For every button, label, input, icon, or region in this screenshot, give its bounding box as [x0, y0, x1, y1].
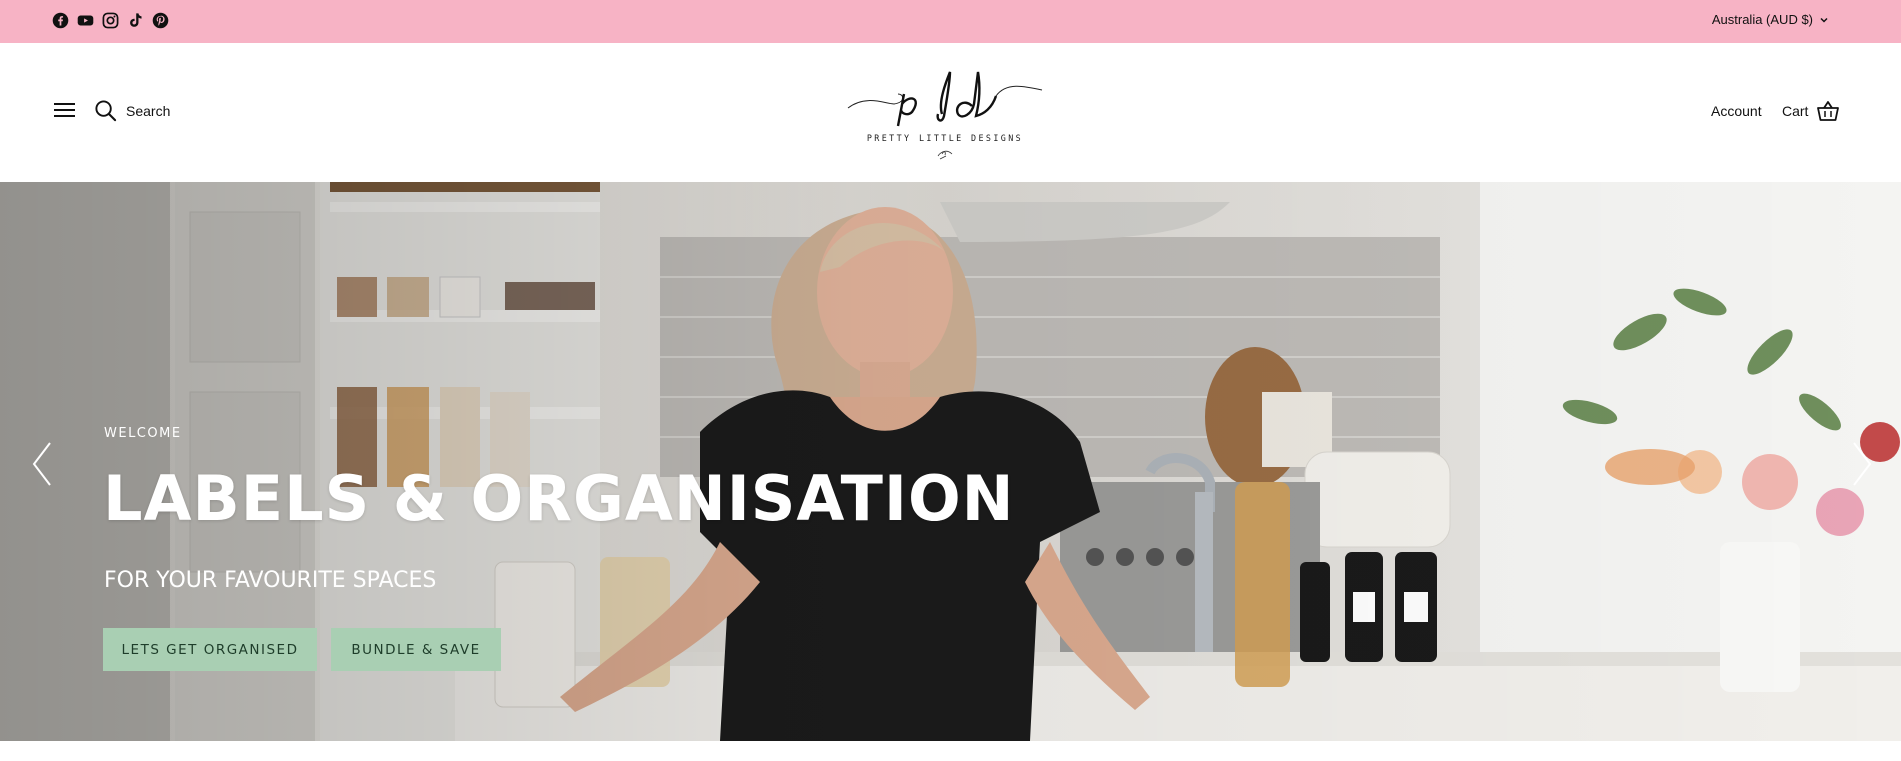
instagram-icon[interactable]: [102, 12, 119, 29]
cart-button[interactable]: Cart: [1782, 100, 1840, 122]
currency-label: Australia (AUD $): [1711, 12, 1813, 27]
bundle-and-save-button[interactable]: BUNDLE & SAVE: [331, 628, 501, 671]
page-content-start: [0, 741, 1901, 761]
announcement-bar: Australia (AUD $): [0, 0, 1901, 43]
hero-subheading: WELCOME: [104, 426, 182, 441]
logo[interactable]: PRETTY LITTLE DESIGNS: [846, 64, 1044, 162]
chevron-down-icon: [1820, 17, 1828, 23]
account-link[interactable]: Account: [1711, 103, 1762, 119]
facebook-icon[interactable]: [52, 12, 69, 29]
cart-label: Cart: [1782, 103, 1809, 119]
search-label: Search: [126, 102, 171, 119]
tiktok-icon[interactable]: [127, 12, 144, 29]
lets-get-organised-button[interactable]: LETS GET ORGANISED: [103, 628, 317, 671]
chevron-left-icon[interactable]: [30, 439, 54, 489]
search-icon: [95, 100, 117, 122]
currency-selector[interactable]: Australia (AUD $): [1712, 12, 1829, 27]
hero-heading: LABELS & ORGANISATION: [103, 462, 1015, 535]
pinterest-icon[interactable]: [152, 12, 169, 29]
hero-tagline: FOR YOUR FAVOURITE SPACES: [104, 568, 437, 593]
logo-wordmark: PRETTY LITTLE DESIGNS: [867, 133, 1023, 143]
chevron-right-icon[interactable]: [1850, 439, 1874, 489]
search-button[interactable]: Search: [94, 99, 170, 122]
hero-slideshow: WELCOME LABELS & ORGANISATION FOR YOUR F…: [0, 182, 1901, 741]
menu-icon[interactable]: [54, 101, 76, 119]
youtube-icon[interactable]: [77, 12, 94, 29]
social-links: [52, 12, 169, 29]
basket-icon: [1817, 101, 1840, 121]
